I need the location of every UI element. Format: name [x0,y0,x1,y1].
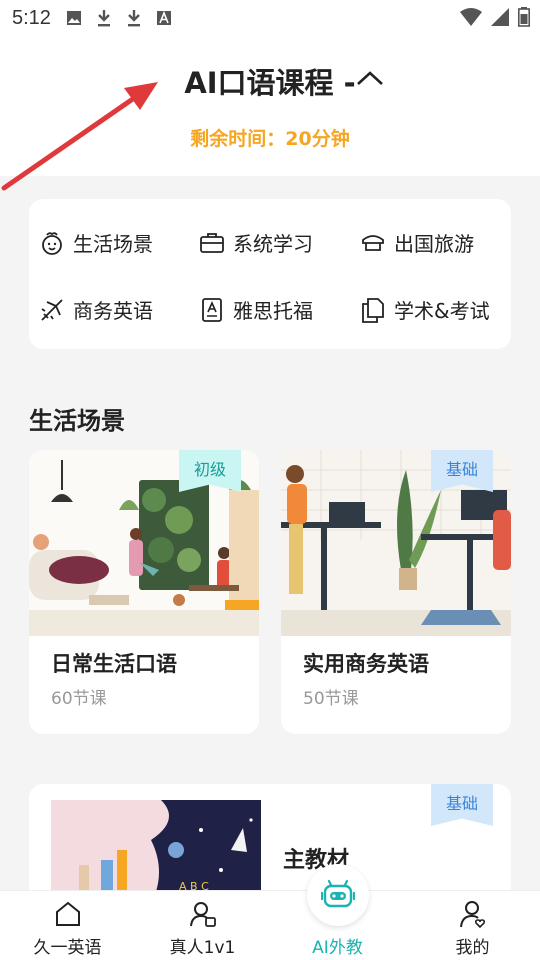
category-academic[interactable]: 学术&考试 [360,295,490,324]
chevron-up-icon[interactable] [355,68,385,88]
nav-label: 真人1v1 [169,938,236,958]
nav-profile[interactable]: 我的 [405,891,540,960]
teacher-icon [189,902,216,927]
page-title[interactable]: AI口语课程 - [184,60,355,102]
copy-document-icon [360,297,386,323]
page-header: AI口语课程 - 剩余时间：20分钟 [0,36,540,176]
nav-label: AI外教 [312,938,363,958]
bottom-nav: 久一英语 真人1v1 AI外教 我的 [0,890,540,960]
category-ielts[interactable]: 雅思托福 [199,295,313,324]
course-name: 实用商务英语 [303,652,429,676]
remaining-time: 剩余时间：20分钟 [190,128,350,150]
category-label: 雅思托福 [233,299,313,323]
profile-icon [459,901,485,929]
status-bar: 5:12 [0,0,540,36]
category-grid: 生活场景 系统学习 出国旅游 商务英语 雅思托福 学术&考试 [29,199,511,349]
ai-teacher-bubble[interactable] [307,864,369,926]
image-icon [65,9,83,27]
course-count: 60节课 [51,689,107,709]
course-card[interactable]: 基础 实用商务英语 50节课 [281,450,511,734]
download-icon [95,9,113,27]
document-a-icon [199,297,225,323]
category-label: 系统学习 [233,232,313,256]
home-icon [55,901,80,926]
category-travel[interactable]: 出国旅游 [360,228,474,257]
signal-icon [490,7,510,32]
category-label: 学术&考试 [394,299,490,323]
nav-teacher[interactable]: 真人1v1 [135,891,270,960]
download-icon [125,9,143,27]
section-title: 生活场景 [29,407,125,435]
wifi-icon [460,7,482,32]
robot-icon [321,879,355,908]
level-tag: 基础 [431,784,493,826]
category-life[interactable]: 生活场景 [39,228,153,257]
briefcase-icon [199,230,225,256]
category-system[interactable]: 系统学习 [199,228,313,257]
font-icon [155,9,173,27]
course-count: 50节课 [303,689,359,709]
status-time: 5:12 [12,6,51,29]
nav-label: 我的 [455,938,490,958]
category-business[interactable]: 商务英语 [39,295,153,324]
course-card[interactable]: 初级 日常生活口语 60节课 [29,450,259,734]
course-name: 日常生活口语 [51,652,177,676]
category-label: 商务英语 [73,299,153,323]
category-label: 生活场景 [73,232,153,256]
baby-face-icon [39,230,65,256]
battery-icon [518,7,530,32]
nav-label: 久一英语 [33,938,102,958]
airplane-icon [39,297,65,323]
nav-home[interactable]: 久一英语 [0,891,135,960]
cap-icon [360,230,386,256]
category-label: 出国旅游 [394,232,474,256]
